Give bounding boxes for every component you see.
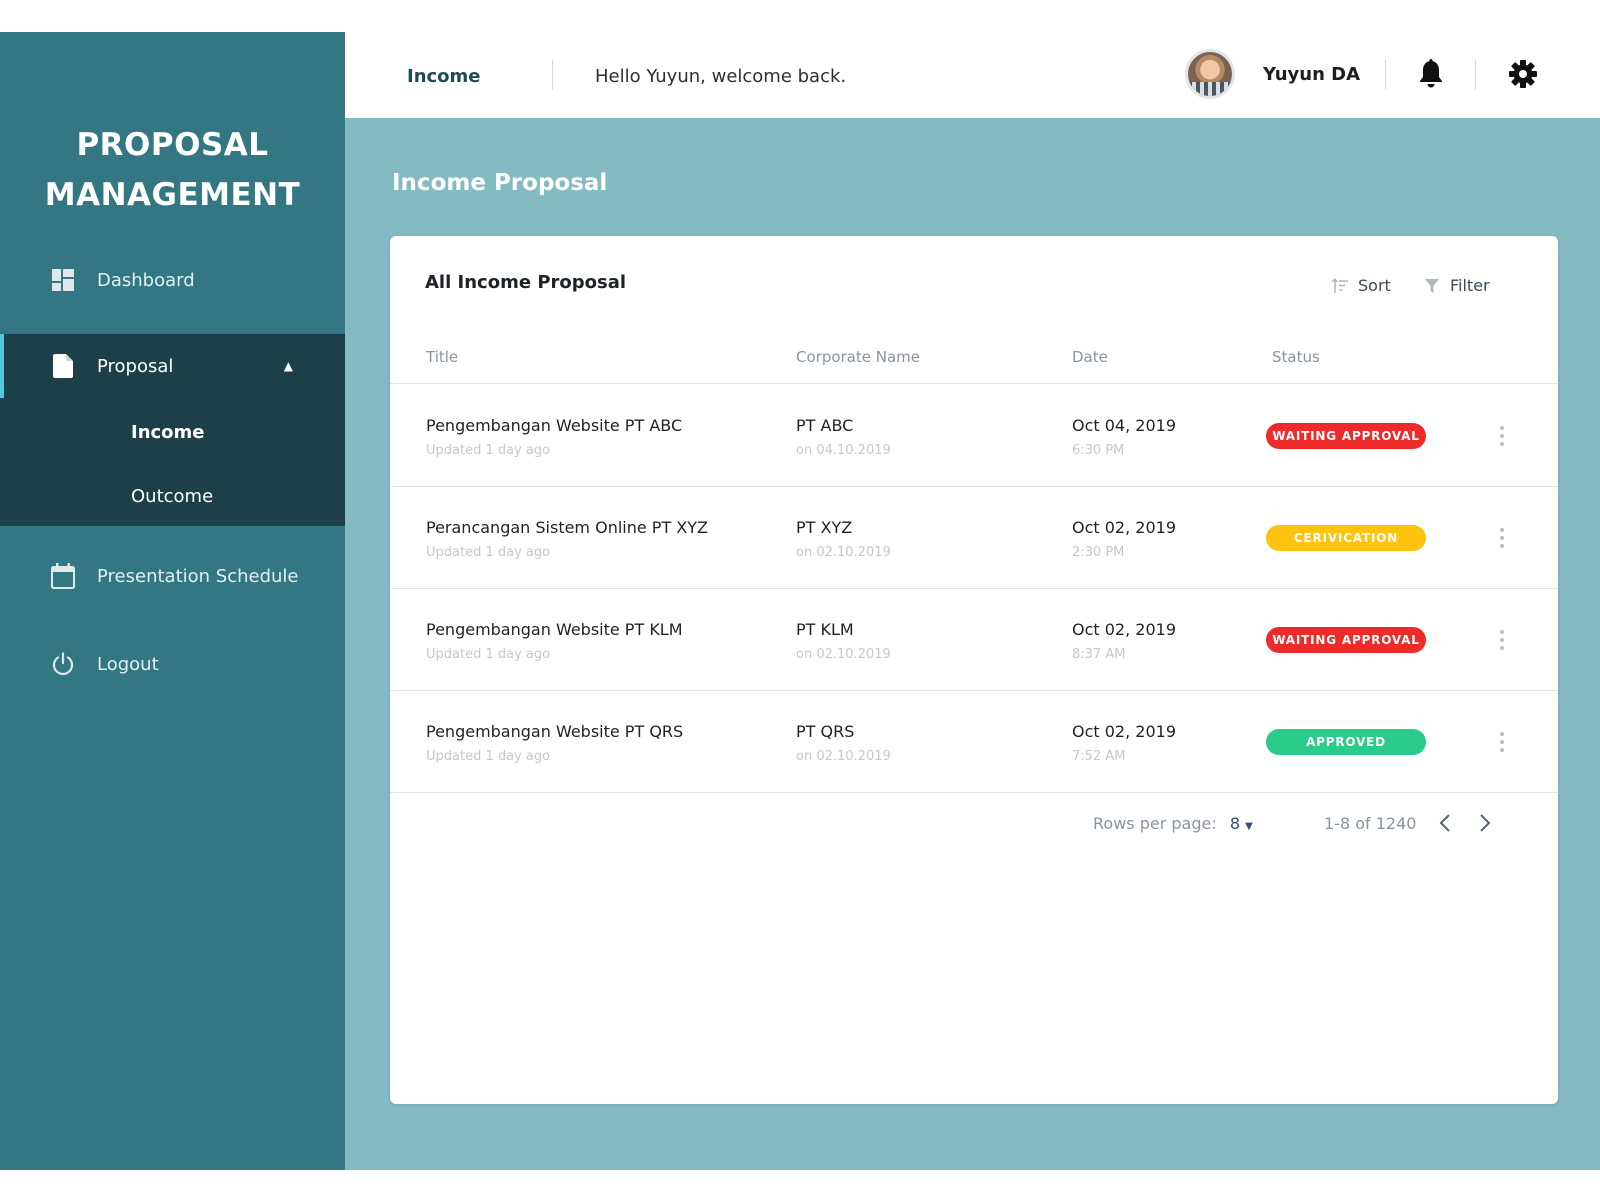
row-time: 6:30 PM bbox=[1072, 443, 1125, 458]
row-corporate-date: on 02.10.2019 bbox=[796, 545, 891, 560]
row-updated: Updated 1 day ago bbox=[426, 545, 551, 560]
status-badge: APPROVED bbox=[1266, 729, 1426, 755]
row-date: Oct 02, 2019 bbox=[1072, 620, 1176, 639]
page-title: Income Proposal bbox=[392, 170, 608, 196]
rows-per-page-select[interactable]: 8 ▼ bbox=[1230, 814, 1253, 833]
row-title[interactable]: Perancangan Sistem Online PT XYZ bbox=[426, 518, 708, 537]
sidebar-subitem-outcome[interactable]: Outcome bbox=[131, 486, 213, 507]
rows-per-page: Rows per page: 8 ▼ bbox=[1093, 814, 1253, 833]
row-title[interactable]: Pengembangan Website PT ABC bbox=[426, 416, 682, 435]
row-time: 7:52 AM bbox=[1072, 749, 1126, 764]
divider bbox=[552, 60, 553, 90]
column-header-status[interactable]: Status bbox=[1272, 348, 1320, 366]
file-icon bbox=[51, 354, 75, 378]
sidebar-group-proposal: Proposal ▲ Income Outcome bbox=[0, 334, 345, 526]
avatar[interactable] bbox=[1185, 49, 1235, 99]
card-title: All Income Proposal bbox=[425, 272, 627, 293]
table-row[interactable]: Pengembangan Website PT KLM Updated 1 da… bbox=[390, 589, 1558, 691]
row-updated: Updated 1 day ago bbox=[426, 647, 551, 662]
sidebar-item-dashboard[interactable]: Dashboard bbox=[0, 250, 345, 310]
sort-icon bbox=[1332, 277, 1348, 293]
filter-label: Filter bbox=[1450, 276, 1490, 295]
status-badge: WAITING APPROVAL bbox=[1266, 423, 1426, 449]
more-options-icon[interactable] bbox=[1494, 525, 1510, 551]
brand-title: PROPOSAL MANAGEMENT bbox=[0, 120, 345, 220]
sidebar-item-proposal[interactable]: Proposal ▲ bbox=[0, 336, 345, 396]
row-date: Oct 02, 2019 bbox=[1072, 722, 1176, 741]
row-updated: Updated 1 day ago bbox=[426, 749, 551, 764]
row-title[interactable]: Pengembangan Website PT KLM bbox=[426, 620, 683, 639]
sidebar-item-logout[interactable]: Logout bbox=[0, 634, 345, 694]
bell-icon[interactable] bbox=[1415, 58, 1447, 90]
sidebar-item-label: Logout bbox=[97, 653, 159, 675]
table-row[interactable]: Perancangan Sistem Online PT XYZ Updated… bbox=[390, 487, 1558, 589]
caret-down-icon: ▼ bbox=[1245, 821, 1253, 832]
more-options-icon[interactable] bbox=[1494, 729, 1510, 755]
row-corporate-date: on 02.10.2019 bbox=[796, 749, 891, 764]
proposal-card: All Income Proposal Sort Filter Title Co… bbox=[390, 236, 1558, 1104]
gear-icon[interactable] bbox=[1507, 58, 1539, 90]
brand-line-1: PROPOSAL bbox=[76, 127, 269, 163]
chevron-up-icon[interactable]: ▲ bbox=[284, 359, 293, 373]
table-header: Title Corporate Name Date Status bbox=[390, 348, 1558, 384]
row-corporate: PT KLM bbox=[796, 620, 854, 639]
row-corporate-date: on 04.10.2019 bbox=[796, 443, 891, 458]
rows-per-page-label: Rows per page: bbox=[1093, 814, 1217, 833]
sidebar: PROPOSAL MANAGEMENT Dashboard Proposal ▲… bbox=[0, 32, 345, 1170]
dashboard-icon bbox=[51, 268, 75, 292]
rows-per-page-value: 8 bbox=[1229, 814, 1240, 833]
more-options-icon[interactable] bbox=[1494, 423, 1510, 449]
brand-line-2: MANAGEMENT bbox=[44, 177, 301, 213]
row-updated: Updated 1 day ago bbox=[426, 443, 551, 458]
filter-button[interactable]: Filter bbox=[1424, 276, 1490, 295]
row-corporate: PT ABC bbox=[796, 416, 854, 435]
sidebar-item-label: Proposal bbox=[97, 355, 174, 377]
sidebar-subitem-income[interactable]: Income bbox=[131, 422, 205, 443]
column-header-date[interactable]: Date bbox=[1072, 348, 1108, 366]
more-options-icon[interactable] bbox=[1494, 627, 1510, 653]
sidebar-item-label: Presentation Schedule bbox=[97, 565, 299, 587]
status-badge: WAITING APPROVAL bbox=[1266, 627, 1426, 653]
sort-label: Sort bbox=[1358, 276, 1391, 295]
chevron-left-icon[interactable] bbox=[1432, 808, 1458, 838]
main-content: Income Proposal All Income Proposal Sort… bbox=[345, 118, 1600, 1170]
table-row[interactable]: Pengembangan Website PT QRS Updated 1 da… bbox=[390, 691, 1558, 793]
column-header-title[interactable]: Title bbox=[426, 348, 458, 366]
status-badge: CERIVICATION bbox=[1266, 525, 1426, 551]
header-section-title: Income bbox=[407, 66, 481, 87]
row-date: Oct 02, 2019 bbox=[1072, 518, 1176, 537]
sidebar-item-label: Dashboard bbox=[97, 269, 195, 291]
column-header-corporate[interactable]: Corporate Name bbox=[796, 348, 920, 366]
row-corporate-date: on 02.10.2019 bbox=[796, 647, 891, 662]
sidebar-item-presentation-schedule[interactable]: Presentation Schedule bbox=[0, 546, 345, 606]
row-corporate: PT XYZ bbox=[796, 518, 853, 537]
top-bar: Income Hello Yuyun, welcome back. Yuyun … bbox=[345, 32, 1600, 118]
power-icon bbox=[51, 652, 75, 676]
welcome-message: Hello Yuyun, welcome back. bbox=[595, 66, 847, 87]
filter-icon bbox=[1425, 278, 1439, 293]
divider bbox=[1475, 60, 1476, 90]
user-name[interactable]: Yuyun DA bbox=[1263, 64, 1360, 85]
row-date: Oct 04, 2019 bbox=[1072, 416, 1176, 435]
row-time: 8:37 AM bbox=[1072, 647, 1126, 662]
chevron-right-icon[interactable] bbox=[1472, 808, 1498, 838]
row-title[interactable]: Pengembangan Website PT QRS bbox=[426, 722, 683, 741]
row-corporate: PT QRS bbox=[796, 722, 855, 741]
divider bbox=[1385, 60, 1386, 90]
table-row[interactable]: Pengembangan Website PT ABC Updated 1 da… bbox=[390, 385, 1558, 487]
pagination-range: 1-8 of 1240 bbox=[1324, 814, 1417, 833]
calendar-icon bbox=[51, 563, 75, 589]
sort-button[interactable]: Sort bbox=[1332, 276, 1391, 295]
row-time: 2:30 PM bbox=[1072, 545, 1125, 560]
